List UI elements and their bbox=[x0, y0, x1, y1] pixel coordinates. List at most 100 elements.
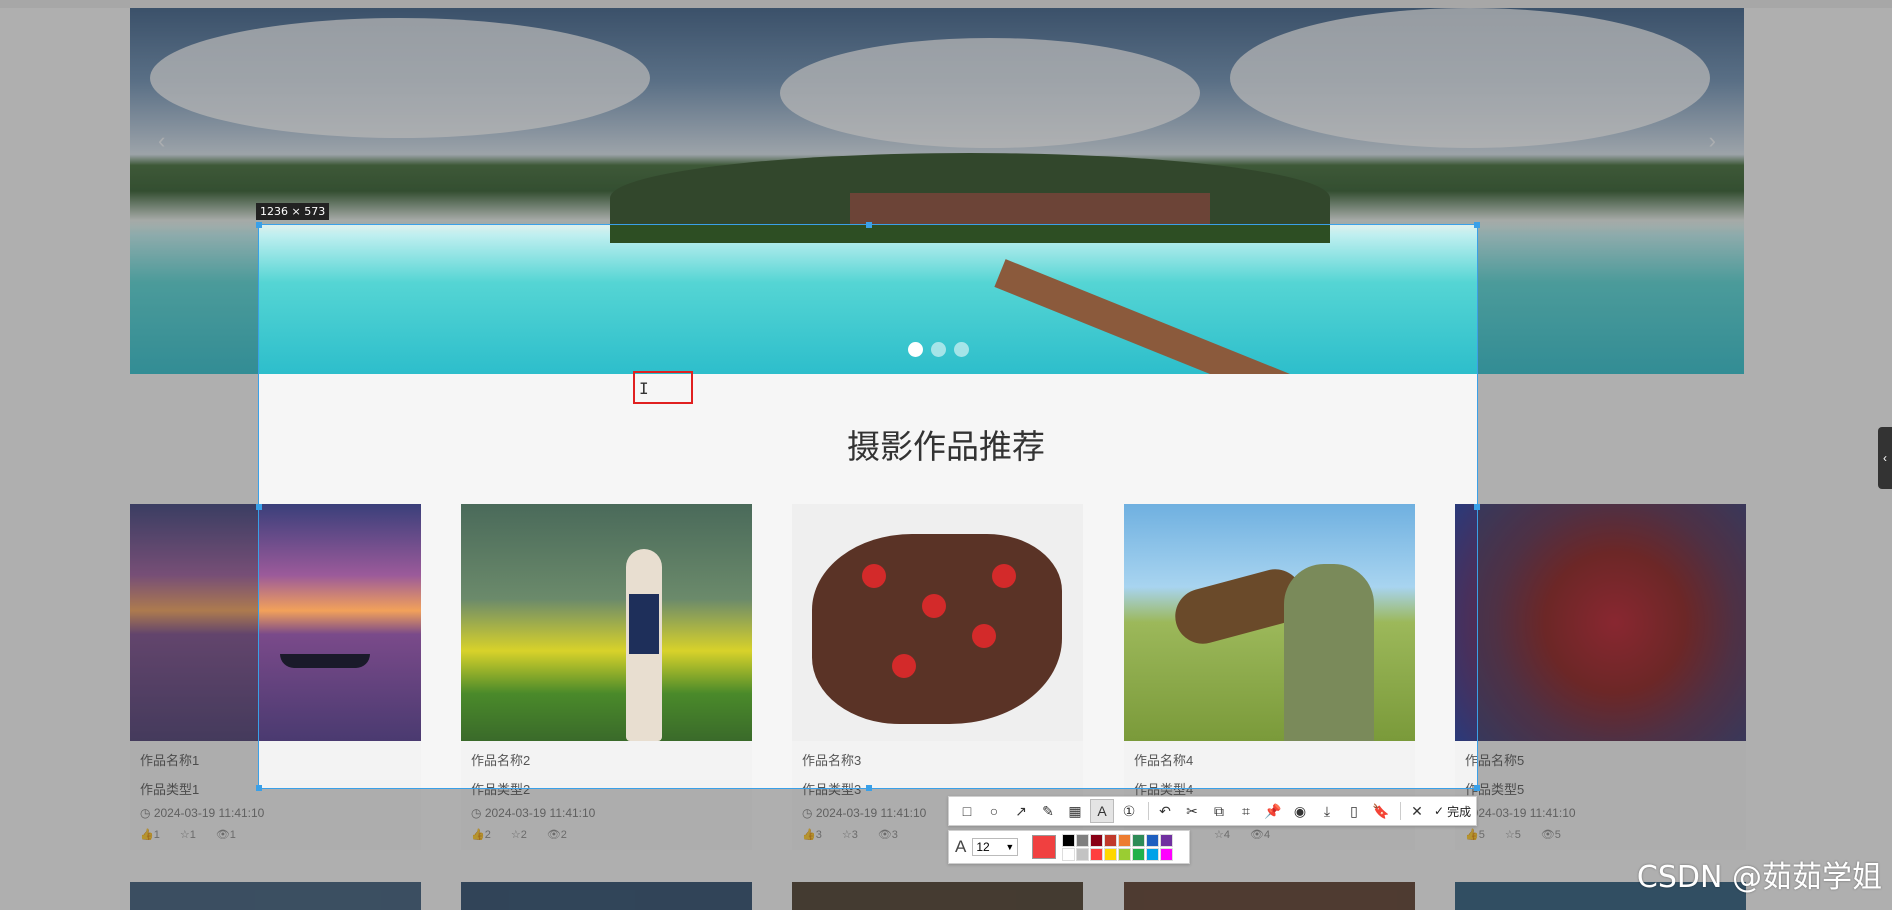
work-type: 作品类型3 bbox=[802, 782, 862, 797]
work-card[interactable]: 作品名称5 作品类型5 2024-03-19 11:41:10 👍5 ☆5 👁5 bbox=[1455, 504, 1746, 850]
work-type: 作品类型2 bbox=[471, 782, 531, 797]
record-icon[interactable]: ◉ bbox=[1288, 799, 1312, 823]
cloud bbox=[780, 38, 1200, 148]
work-type: 作品类型1 bbox=[140, 782, 200, 797]
color-swatch[interactable] bbox=[1146, 847, 1160, 861]
color-swatch[interactable] bbox=[1062, 833, 1076, 847]
work-stats: 👍1 ☆1 👁1 bbox=[140, 828, 236, 841]
current-color-swatch[interactable] bbox=[1032, 835, 1057, 859]
pencil-icon[interactable]: ✎ bbox=[1036, 799, 1060, 823]
work-card-row2[interactable] bbox=[461, 882, 752, 910]
color-swatch[interactable] bbox=[1090, 847, 1104, 861]
collects-count[interactable]: ☆3 bbox=[842, 828, 858, 841]
color-swatch[interactable] bbox=[1118, 847, 1132, 861]
work-time: ◷ 2024-03-19 11:41:10 bbox=[471, 806, 596, 820]
views-count: 👁4 bbox=[1250, 829, 1271, 841]
likes-count[interactable]: 👍5 bbox=[1465, 828, 1485, 841]
color-swatch[interactable] bbox=[1076, 833, 1090, 847]
likes-count[interactable]: 👍2 bbox=[471, 828, 491, 841]
island-huts bbox=[850, 193, 1210, 225]
carousel-dot[interactable] bbox=[931, 342, 946, 357]
mosaic-icon[interactable]: ▦ bbox=[1063, 799, 1087, 823]
hero-carousel[interactable]: ‹ › bbox=[130, 8, 1744, 374]
toolbar-separator bbox=[1400, 802, 1401, 820]
cut-icon[interactable]: ✂ bbox=[1180, 799, 1204, 823]
text-annotation-box[interactable]: I bbox=[633, 371, 693, 404]
cloud bbox=[1230, 8, 1710, 148]
collects-count[interactable]: ☆5 bbox=[1505, 828, 1521, 841]
bookmark-icon[interactable]: 🔖 bbox=[1369, 799, 1393, 823]
pier bbox=[994, 259, 1470, 374]
chevron-down-icon: ▼ bbox=[1005, 842, 1015, 852]
long-screenshot-icon[interactable]: ▯ bbox=[1342, 799, 1366, 823]
rectangle-icon[interactable]: □ bbox=[955, 799, 979, 823]
undo-icon[interactable]: ↶ bbox=[1153, 799, 1177, 823]
color-swatch[interactable] bbox=[1076, 847, 1090, 861]
color-swatch[interactable] bbox=[1118, 833, 1132, 847]
color-swatch[interactable] bbox=[1090, 833, 1104, 847]
work-name: 作品名称3 bbox=[802, 753, 862, 768]
ocr-icon[interactable]: ⌗ bbox=[1234, 799, 1258, 823]
work-card[interactable]: 作品名称1 作品类型1 ◷ 2024-03-19 11:41:10 👍1 ☆1 … bbox=[130, 504, 421, 850]
likes-count[interactable]: 👍3 bbox=[802, 828, 822, 841]
arrow-icon[interactable]: ↗ bbox=[1009, 799, 1033, 823]
carousel-dot[interactable] bbox=[954, 342, 969, 357]
close-icon[interactable]: ✕ bbox=[1405, 799, 1429, 823]
work-stats: 👍5 ☆5 👁5 bbox=[1465, 828, 1561, 841]
screenshot-toolbar: □ ○ ↗ ✎ ▦ A ① ↶ ✂ ⧉ ⌗ 📌 ◉ ⤓ ▯ 🔖 ✕ ✓ 完成 bbox=[948, 796, 1477, 826]
done-button[interactable]: ✓ 完成 bbox=[1434, 803, 1471, 820]
work-thumbnail[interactable] bbox=[461, 504, 752, 741]
collects-count[interactable]: ☆1 bbox=[180, 828, 196, 841]
download-icon[interactable]: ⤓ bbox=[1315, 799, 1339, 823]
work-time: 2024-03-19 11:41:10 bbox=[1465, 806, 1576, 820]
text-icon[interactable]: A bbox=[1090, 799, 1114, 823]
color-swatch[interactable] bbox=[1104, 847, 1118, 861]
done-label: 完成 bbox=[1447, 804, 1472, 819]
color-swatch[interactable] bbox=[1160, 833, 1174, 847]
color-swatch[interactable] bbox=[1132, 833, 1146, 847]
pin-icon[interactable]: 📌 bbox=[1261, 799, 1285, 823]
color-swatch[interactable] bbox=[1104, 833, 1118, 847]
number-icon[interactable]: ① bbox=[1117, 799, 1141, 823]
views-count: 👁5 bbox=[1540, 829, 1561, 841]
check-icon: ✓ bbox=[1434, 804, 1445, 818]
work-card-row2[interactable] bbox=[792, 882, 1083, 910]
watermark: CSDN @茹茹学姐 bbox=[1636, 860, 1882, 895]
collects-count[interactable]: ☆2 bbox=[511, 828, 527, 841]
work-thumbnail[interactable] bbox=[1455, 504, 1746, 741]
work-thumbnail[interactable] bbox=[1124, 504, 1415, 741]
likes-count[interactable]: 👍1 bbox=[140, 828, 160, 841]
work-thumbnail[interactable] bbox=[130, 504, 421, 741]
ellipse-icon[interactable]: ○ bbox=[982, 799, 1006, 823]
work-card-row2[interactable] bbox=[1124, 882, 1415, 910]
work-time-value: 2024-03-19 11:41:10 bbox=[815, 806, 927, 820]
views-count: 👁2 bbox=[546, 829, 567, 841]
translate-icon[interactable]: ⧉ bbox=[1207, 799, 1231, 823]
color-swatch[interactable] bbox=[1160, 847, 1174, 861]
capture-size-label: 1236 × 573 bbox=[256, 203, 330, 220]
carousel-next-arrow[interactable]: › bbox=[1709, 128, 1716, 154]
carousel-dot[interactable] bbox=[908, 342, 923, 357]
font-size-select[interactable]: 12 ▼ bbox=[972, 838, 1019, 856]
color-swatch[interactable] bbox=[1132, 847, 1146, 861]
cloud bbox=[150, 18, 650, 138]
font-icon: A bbox=[955, 837, 967, 856]
views-count: 👁3 bbox=[877, 829, 898, 841]
collects-count[interactable]: ☆4 bbox=[1214, 828, 1230, 841]
side-collapse-tab[interactable]: ‹ bbox=[1878, 427, 1892, 489]
toolbar-separator bbox=[1148, 802, 1149, 820]
color-swatch[interactable] bbox=[1062, 847, 1076, 861]
views-count: 👁1 bbox=[215, 829, 236, 841]
carousel-indicators bbox=[908, 342, 969, 357]
work-card-row2[interactable] bbox=[130, 882, 421, 910]
color-palette bbox=[1062, 833, 1174, 861]
work-card[interactable]: 作品名称2 作品类型2 ◷ 2024-03-19 11:41:10 👍2 ☆2 … bbox=[461, 504, 752, 850]
work-thumbnail[interactable] bbox=[792, 504, 1083, 741]
work-name: 作品名称1 bbox=[140, 753, 200, 768]
section-title: 摄影作品推荐 bbox=[847, 427, 1045, 466]
color-swatch[interactable] bbox=[1146, 833, 1160, 847]
work-name: 作品名称5 bbox=[1465, 753, 1525, 768]
carousel-prev-arrow[interactable]: ‹ bbox=[158, 128, 165, 154]
work-name: 作品名称2 bbox=[471, 753, 531, 768]
work-name: 作品名称4 bbox=[1134, 753, 1194, 768]
